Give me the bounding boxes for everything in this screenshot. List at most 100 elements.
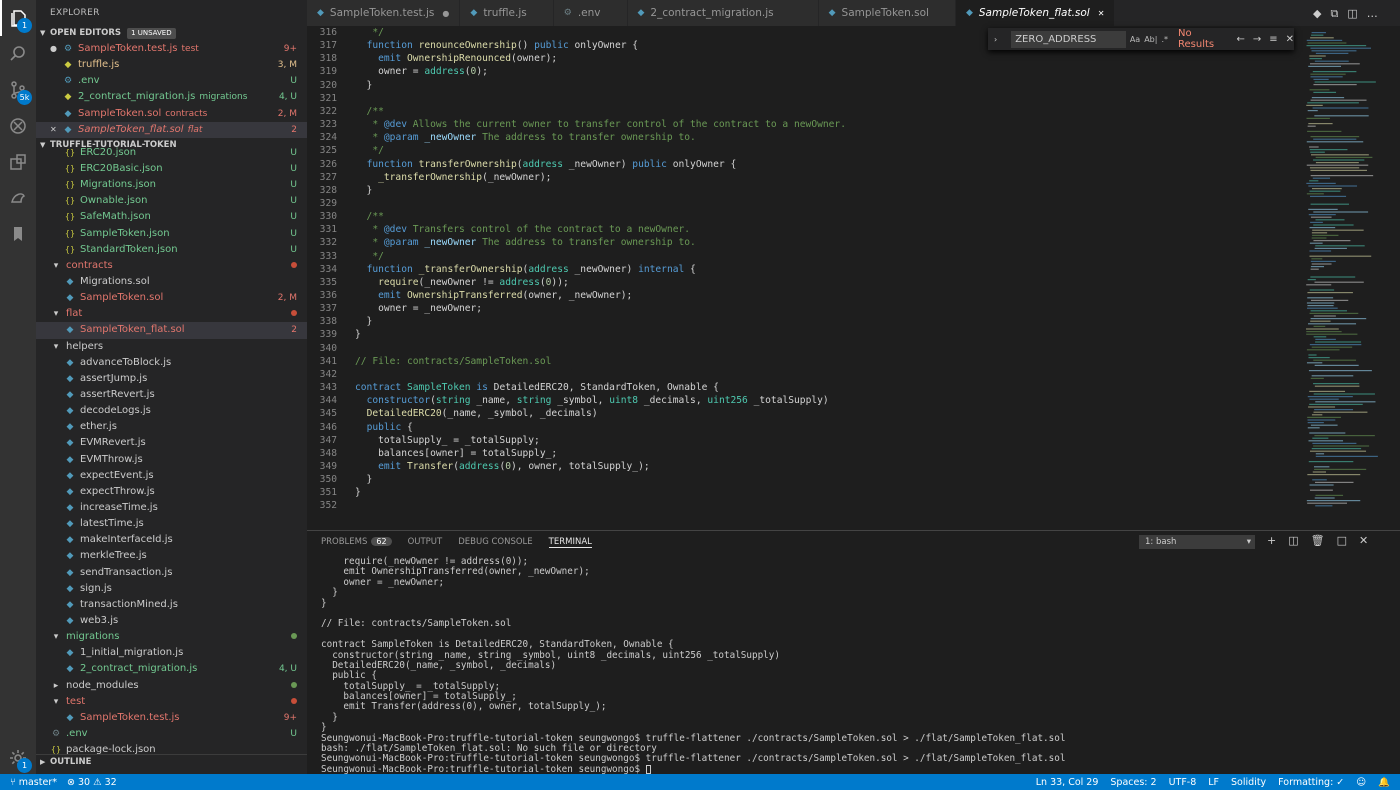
panel-tab-terminal[interactable]: TERMINAL — [548, 537, 592, 548]
terminal-select[interactable]: 1: bash ▾ — [1139, 535, 1255, 549]
tab-sampletoken-sol[interactable]: ◆ SampleToken.sol — [818, 0, 956, 26]
file-item[interactable]: ◆ expectEvent.js — [36, 468, 307, 484]
open-editor-item[interactable]: ◆ SampleToken.sol contracts 2, M — [36, 106, 307, 122]
close-icon[interactable]: ✕ — [1098, 9, 1105, 18]
explorer-icon[interactable]: 1 — [0, 0, 36, 36]
folder-item[interactable]: ▾ contracts — [36, 258, 307, 274]
file-item[interactable]: {} Ownable.json U — [36, 193, 307, 209]
line-number: 340 — [319, 342, 337, 354]
unsaved-dot-icon[interactable]: ● — [50, 41, 62, 57]
file-item[interactable]: ◆ advanceToBlock.js — [36, 355, 307, 371]
file-item[interactable]: ◆ merkleTree.js — [36, 548, 307, 564]
maximize-panel-icon[interactable]: □ — [1337, 534, 1347, 547]
whole-word-icon[interactable]: Ab| — [1144, 35, 1157, 44]
tab-sampletoken-flat-sol[interactable]: ◆ SampleToken_flat.sol ✕ — [955, 0, 1116, 26]
panel-tab-output[interactable]: OUTPUT — [408, 537, 443, 547]
tab--env[interactable]: ⚙ .env — [553, 0, 628, 26]
file-item[interactable]: ◆ makeInterfaceId.js — [36, 532, 307, 548]
file-item[interactable]: ◆ 1_initial_migration.js — [36, 645, 307, 661]
find-in-selection-icon[interactable]: ≡ — [1269, 34, 1277, 45]
settings-gear-icon[interactable]: 1 — [0, 740, 36, 776]
regex-icon[interactable]: .* — [1161, 35, 1168, 44]
tab-truffle-js[interactable]: ◆ truffle.js — [460, 0, 554, 26]
previous-match-icon[interactable]: ← — [1236, 34, 1244, 45]
file-item[interactable]: ◆ EVMRevert.js — [36, 435, 307, 451]
close-icon[interactable]: ✕ — [50, 122, 62, 138]
file-item[interactable]: ◆ sendTransaction.js — [36, 565, 307, 581]
file-item[interactable]: ◆ expectThrow.js — [36, 484, 307, 500]
next-match-icon[interactable]: → — [1253, 34, 1261, 45]
tab-2-contract-migration-js[interactable]: ◆ 2_contract_migration.js — [627, 0, 819, 26]
preview-icon[interactable]: ⧉ — [1330, 7, 1338, 21]
debug-icon[interactable] — [0, 108, 36, 144]
folder-item[interactable]: ▾ helpers — [36, 339, 307, 355]
open-editor-item[interactable]: ● ⚙ SampleToken.test.js test 9+ — [36, 41, 307, 57]
outline-header[interactable]: ▶ OUTLINE — [36, 754, 307, 770]
close-panel-icon[interactable]: ✕ — [1359, 534, 1368, 547]
file-item[interactable]: {} ERC20Basic.json U — [36, 161, 307, 177]
more-actions-icon[interactable]: … — [1367, 7, 1378, 21]
file-item[interactable]: {} Migrations.json U — [36, 177, 307, 193]
encoding[interactable]: UTF-8 — [1169, 777, 1197, 788]
file-item[interactable]: ◆ web3.js — [36, 613, 307, 629]
file-item[interactable]: ◆ EVMThrow.js — [36, 452, 307, 468]
file-item[interactable]: ◆ decodeLogs.js — [36, 403, 307, 419]
file-item[interactable]: ◆ SampleToken.sol 2, M — [36, 290, 307, 306]
file-item[interactable]: {} ERC20.json U — [36, 145, 307, 161]
remote-icon[interactable] — [0, 180, 36, 216]
file-item[interactable]: ◆ increaseTime.js — [36, 500, 307, 516]
file-item[interactable]: ◆ latestTime.js — [36, 516, 307, 532]
panel-tab-problems[interactable]: PROBLEMS 62 — [321, 537, 392, 547]
tab-sampletoken-test-js[interactable]: ◆ SampleToken.test.js ● — [307, 0, 461, 26]
source-control-icon[interactable]: 5k — [0, 72, 36, 108]
split-editor-icon[interactable]: ◫ — [1347, 7, 1357, 21]
indentation[interactable]: Spaces: 2 — [1110, 777, 1156, 788]
file-item[interactable]: {} SampleToken.json U — [36, 226, 307, 242]
file-item[interactable]: ◆ ether.js — [36, 419, 307, 435]
folder-item[interactable]: ▾ test — [36, 694, 307, 710]
formatting-status[interactable]: Formatting: ✓ — [1278, 777, 1344, 788]
language-mode[interactable]: Solidity — [1231, 777, 1266, 788]
open-editor-item[interactable]: ◆ truffle.js 3, M — [36, 57, 307, 73]
file-item[interactable]: ◆ assertJump.js — [36, 371, 307, 387]
extensions-icon[interactable] — [0, 144, 36, 180]
terminal-output[interactable]: require(_newOwner != address(0)); emit O… — [321, 556, 1065, 775]
diff-icon[interactable]: ◆ — [1313, 7, 1321, 21]
file-item[interactable]: ◆ transactionMined.js — [36, 597, 307, 613]
open-editors-header[interactable]: ▼ OPEN EDITORS 1 UNSAVED — [36, 26, 307, 41]
line-ending[interactable]: LF — [1208, 777, 1219, 788]
bookmark-icon[interactable] — [0, 216, 36, 252]
folder-item[interactable]: ▾ migrations — [36, 629, 307, 645]
open-editor-item[interactable]: ✕ ◆ SampleToken_flat.sol flat 2 — [36, 121, 307, 138]
smiley-icon[interactable]: ☺ — [1356, 777, 1366, 788]
split-terminal-icon[interactable]: ◫ — [1288, 534, 1298, 547]
open-editor-item[interactable]: ⚙ .env U — [36, 73, 307, 89]
problems-indicator[interactable]: ⊗ 30 ⚠ 32 — [67, 777, 117, 788]
cursor-position[interactable]: Ln 33, Col 29 — [1036, 777, 1099, 788]
panel-tab-debug-console[interactable]: DEBUG CONSOLE — [458, 537, 532, 547]
file-item[interactable]: ◆ 2_contract_migration.js 4, U — [36, 661, 307, 677]
minimap[interactable] — [1306, 26, 1386, 530]
file-item[interactable]: ◆ SampleToken.test.js 9+ — [36, 710, 307, 726]
file-item[interactable]: ◆ SampleToken_flat.sol 2 — [36, 322, 307, 339]
file-item[interactable]: {} StandardToken.json U — [36, 242, 307, 258]
search-icon[interactable] — [0, 36, 36, 72]
file-item[interactable]: ⚙ .env U — [36, 726, 307, 742]
trash-icon[interactable]: 🗑 — [1311, 534, 1325, 547]
add-terminal-icon[interactable]: + — [1267, 534, 1276, 547]
open-editor-item[interactable]: ◆ 2_contract_migration.js migrations 4, U — [36, 89, 307, 105]
bell-icon[interactable]: 🔔 — [1378, 777, 1390, 788]
file-item[interactable]: ◆ Migrations.sol — [36, 274, 307, 290]
file-item[interactable]: {} SafeMath.json U — [36, 209, 307, 225]
folder-item[interactable]: ▸ node_modules — [36, 677, 307, 693]
close-icon[interactable]: ✕ — [1286, 34, 1294, 45]
unsaved-dot-icon[interactable]: ● — [442, 9, 449, 18]
toggle-replace-icon[interactable]: › — [994, 35, 997, 44]
folder-item[interactable]: ▾ flat — [36, 306, 307, 322]
code-editor[interactable]: 316 */ 317 function renounceOwnership() p… — [307, 26, 1400, 530]
branch-indicator[interactable]: ⑂ master* — [10, 777, 57, 788]
file-item[interactable]: ◆ sign.js — [36, 581, 307, 597]
find-input[interactable]: ZERO_ADDRESS — [1011, 30, 1126, 48]
file-item[interactable]: ◆ assertRevert.js — [36, 387, 307, 403]
match-case-icon[interactable]: Aa — [1130, 35, 1140, 44]
